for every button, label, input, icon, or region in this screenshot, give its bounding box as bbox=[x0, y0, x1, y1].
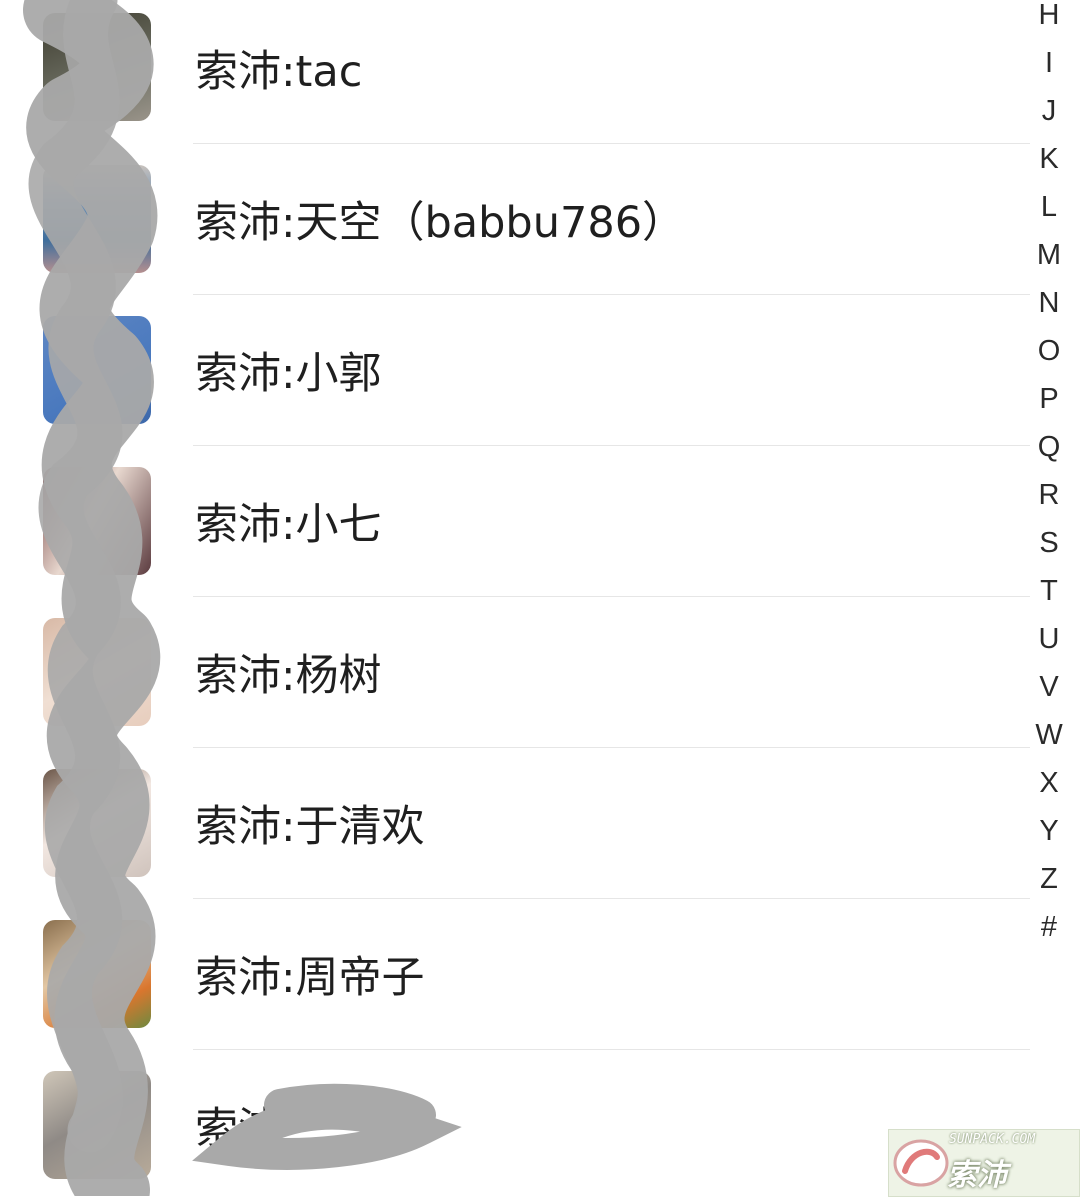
contact-name: 索沛:小郭 bbox=[195, 349, 382, 399]
watermark-logo-icon bbox=[893, 1139, 949, 1187]
contact-name: 索沛:周帝子 bbox=[195, 953, 425, 1003]
watermark-text: 索沛 bbox=[947, 1158, 1007, 1193]
avatar[interactable] bbox=[43, 769, 151, 877]
avatar[interactable] bbox=[43, 467, 151, 575]
index-letter-k[interactable]: K bbox=[1026, 144, 1072, 174]
contact-name: 索沛:天空（babbu786） bbox=[195, 198, 686, 248]
index-letter-i[interactable]: I bbox=[1026, 48, 1072, 78]
index-letter-j[interactable]: J bbox=[1026, 96, 1072, 126]
index-letter-l[interactable]: L bbox=[1026, 192, 1072, 222]
contact-row[interactable]: 索沛:于清欢 bbox=[0, 748, 1030, 899]
index-letter-z[interactable]: Z bbox=[1026, 864, 1072, 894]
index-letter-v[interactable]: V bbox=[1026, 672, 1072, 702]
contact-row[interactable]: 索沛:天空（babbu786） bbox=[0, 144, 1030, 295]
index-letter-q[interactable]: Q bbox=[1026, 432, 1072, 462]
avatar[interactable] bbox=[43, 13, 151, 121]
alphabet-index-bar[interactable]: H I J K L M N O P Q R S T U V W X Y Z # bbox=[1026, 0, 1072, 950]
contact-name: 索沛:小七 bbox=[195, 500, 382, 550]
contact-row[interactable]: 索沛:小七 bbox=[0, 446, 1030, 597]
avatar[interactable] bbox=[43, 618, 151, 726]
index-letter-s[interactable]: S bbox=[1026, 528, 1072, 558]
contact-name: 索沛 bbox=[195, 1104, 281, 1154]
index-letter-w[interactable]: W bbox=[1026, 720, 1072, 750]
index-letter-h[interactable]: H bbox=[1026, 0, 1072, 30]
contact-row[interactable]: 索沛:tac bbox=[0, 0, 1030, 147]
index-letter-n[interactable]: N bbox=[1026, 288, 1072, 318]
index-letter-o[interactable]: O bbox=[1026, 336, 1072, 366]
contact-name: 索沛:杨树 bbox=[195, 651, 382, 701]
contact-row[interactable]: 索沛:周帝子 bbox=[0, 899, 1030, 1050]
avatar[interactable] bbox=[43, 920, 151, 1028]
index-letter-x[interactable]: X bbox=[1026, 768, 1072, 798]
contact-list: 索沛:tac 索沛:天空（babbu786） 索沛:小郭 索沛:小七 索沛:杨树… bbox=[0, 0, 1030, 1196]
site-watermark: SUNPACK.COM 索沛 bbox=[888, 1129, 1080, 1197]
avatar[interactable] bbox=[43, 1071, 151, 1179]
contact-row[interactable]: 索沛 bbox=[0, 1050, 1030, 1201]
contact-row[interactable]: 索沛:杨树 bbox=[0, 597, 1030, 748]
watermark-url: SUNPACK.COM bbox=[949, 1132, 1036, 1147]
index-letter-p[interactable]: P bbox=[1026, 384, 1072, 414]
index-letter-y[interactable]: Y bbox=[1026, 816, 1072, 846]
index-letter-u[interactable]: U bbox=[1026, 624, 1072, 654]
index-letter-m[interactable]: M bbox=[1026, 240, 1072, 270]
index-letter-r[interactable]: R bbox=[1026, 480, 1072, 510]
index-letter-t[interactable]: T bbox=[1026, 576, 1072, 606]
avatar[interactable] bbox=[43, 316, 151, 424]
contact-name: 索沛:tac bbox=[195, 47, 363, 97]
contact-name: 索沛:于清欢 bbox=[195, 802, 425, 852]
contact-row[interactable]: 索沛:小郭 bbox=[0, 295, 1030, 446]
index-letter-hash[interactable]: # bbox=[1026, 912, 1072, 942]
avatar[interactable] bbox=[43, 165, 151, 273]
